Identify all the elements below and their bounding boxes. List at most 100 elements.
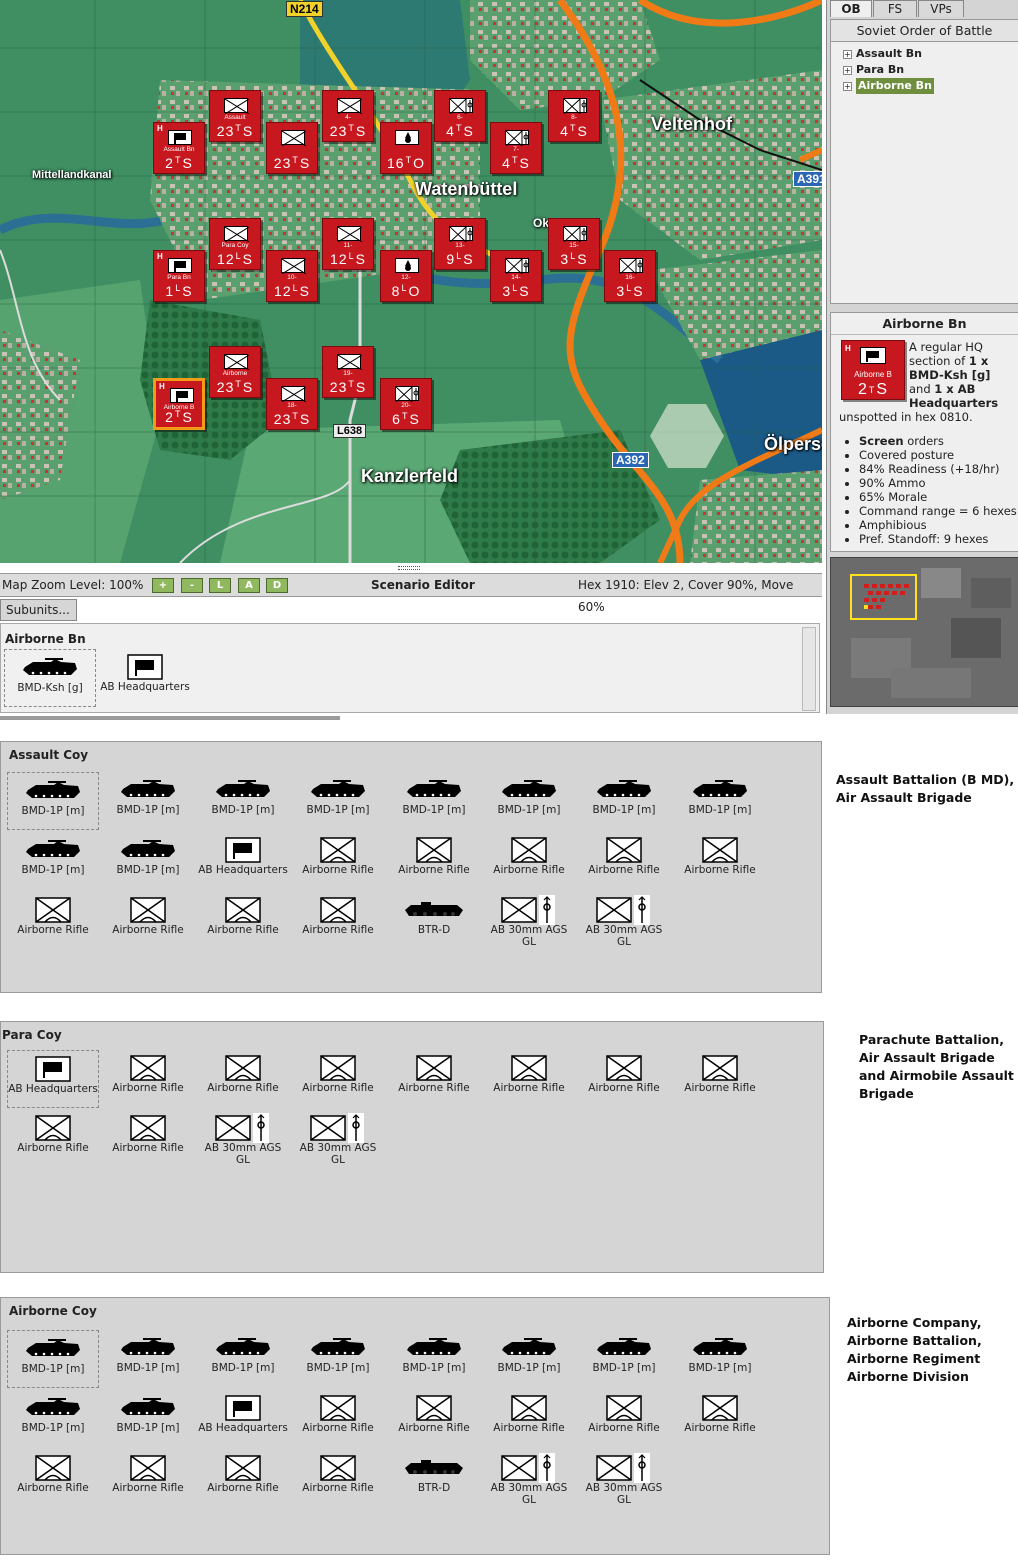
tab-subunits[interactable]: Subunits... [0, 599, 77, 621]
org-unit-item[interactable]: Airborne Rifle [578, 1390, 670, 1448]
org-unit-item[interactable]: BMD-1P [m] [388, 1330, 480, 1388]
org-unit-item[interactable]: Airborne Rifle [674, 1390, 766, 1448]
org-unit-item[interactable]: AB 30mm AGS GL [483, 892, 575, 950]
org-unit-item[interactable]: BMD-1P [m] [102, 1390, 194, 1448]
unit-counter[interactable]: 12- 8LO [380, 250, 432, 302]
expand-icon[interactable]: + [843, 81, 852, 91]
minimap[interactable] [830, 557, 1018, 707]
org-unit-item[interactable]: Airborne Rifle [483, 1390, 575, 1448]
unit-counter[interactable]: H Airborne B 2TS [153, 378, 205, 430]
subunit-item[interactable]: AB Headquarters [99, 649, 191, 707]
org-unit-item[interactable]: BMD-1P [m] [102, 832, 194, 890]
unit-counter[interactable]: 18- 23TS [266, 378, 318, 430]
org-unit-item[interactable]: Airborne Rifle [578, 1050, 670, 1108]
org-unit-item[interactable]: AB Headquarters [197, 832, 289, 890]
unit-counter[interactable]: 16TO [380, 122, 432, 174]
ob-item-para-bn[interactable]: + Para Bn [843, 62, 1018, 78]
subunit-item[interactable]: BMD-Ksh [g] [4, 649, 96, 707]
org-unit-item[interactable]: AB 30mm AGS GL [483, 1450, 575, 1508]
unit-counter[interactable]: H Para Bn 1LS [153, 250, 205, 302]
org-unit-item[interactable]: Airborne Rifle [578, 832, 670, 890]
org-unit-item[interactable]: BTR-D [388, 1450, 480, 1508]
org-unit-item[interactable]: BMD-1P [m] [102, 1330, 194, 1388]
org-unit-item[interactable]: Airborne Rifle [7, 1450, 99, 1508]
org-unit-item[interactable]: Airborne Rifle [292, 832, 384, 890]
unit-counter[interactable]: 19- 23TS [322, 346, 374, 398]
org-unit-item[interactable]: AB 30mm AGS GL [197, 1110, 289, 1168]
unit-counter[interactable]: H Assault Bn 2TS [153, 122, 205, 174]
org-unit-item[interactable]: Airborne Rifle [483, 1050, 575, 1108]
tab-fs[interactable]: FS [873, 0, 917, 17]
scrollbar[interactable] [802, 627, 816, 711]
unit-counter[interactable]: 11- 12LS [322, 218, 374, 270]
zoom-in-button[interactable]: + [152, 578, 174, 593]
org-unit-item[interactable]: BMD-1P [m] [102, 772, 194, 830]
unit-counter[interactable]: 14- 3LS [490, 250, 542, 302]
org-unit-item[interactable]: Airborne Rifle [388, 832, 480, 890]
org-unit-item[interactable]: Airborne Rifle [7, 892, 99, 950]
unit-counter[interactable]: 16- 3LS [604, 250, 656, 302]
org-unit-item[interactable]: Airborne Rifle [102, 892, 194, 950]
expand-icon[interactable]: + [843, 65, 852, 75]
org-unit-item[interactable]: BMD-1P [m] [674, 772, 766, 830]
org-unit-item[interactable]: AB Headquarters [197, 1390, 289, 1448]
org-unit-item[interactable]: BMD-1P [m] [483, 1330, 575, 1388]
org-unit-item[interactable]: Airborne Rifle [483, 832, 575, 890]
org-unit-item[interactable]: Airborne Rifle [674, 1050, 766, 1108]
unit-counter[interactable]: 10- 12LS [266, 250, 318, 302]
org-unit-item[interactable]: BMD-1P [m] [197, 1330, 289, 1388]
unit-counter[interactable]: Airborne 23TS [209, 346, 261, 398]
org-unit-item[interactable]: Airborne Rifle [388, 1390, 480, 1448]
org-unit-item[interactable]: BMD-1P [m] [197, 772, 289, 830]
org-unit-item[interactable]: Airborne Rifle [292, 1390, 384, 1448]
org-unit-item[interactable]: Airborne Rifle [102, 1450, 194, 1508]
unit-counter[interactable]: Para Coy 12LS [209, 218, 261, 270]
org-unit-item[interactable]: AB 30mm AGS GL [578, 892, 670, 950]
unit-counter[interactable]: 6- 4TS [434, 90, 486, 142]
org-unit-item[interactable]: BMD-1P [m] [388, 772, 480, 830]
org-unit-item[interactable]: Airborne Rifle [102, 1050, 194, 1108]
toggle-a-button[interactable]: A [238, 578, 260, 593]
unit-counter[interactable]: 8- 4TS [548, 90, 600, 142]
org-unit-item[interactable]: BMD-1P [m] [578, 772, 670, 830]
unit-counter[interactable]: 7- 4TS [490, 122, 542, 174]
org-unit-item[interactable]: Airborne Rifle [197, 892, 289, 950]
expand-icon[interactable]: + [843, 49, 852, 59]
org-unit-item[interactable]: AB 30mm AGS GL [578, 1450, 670, 1508]
tab-vps[interactable]: VPs [918, 0, 964, 17]
toggle-l-button[interactable]: L [209, 578, 231, 593]
org-unit-item[interactable]: Airborne Rifle [292, 1450, 384, 1508]
org-unit-item[interactable]: Airborne Rifle [197, 1050, 289, 1108]
org-unit-item[interactable]: BMD-1P [m] [7, 772, 99, 830]
unit-counter[interactable]: 23TS [266, 122, 318, 174]
game-map[interactable]: Veltenhof Watenbüttel Mittellandkanal Ka… [0, 0, 822, 563]
org-unit-item[interactable]: BTR-D [388, 892, 480, 950]
org-unit-item[interactable]: Airborne Rifle [292, 1050, 384, 1108]
unit-counter[interactable]: Assault 23TS [209, 90, 261, 142]
org-unit-item[interactable]: Airborne Rifle [7, 1110, 99, 1168]
unit-counter[interactable]: 20- 6TS [380, 378, 432, 430]
org-unit-item[interactable]: BMD-1P [m] [292, 772, 384, 830]
tab-ob[interactable]: OB [830, 0, 872, 17]
org-unit-item[interactable]: BMD-1P [m] [7, 832, 99, 890]
splitter-handle[interactable] [398, 566, 420, 570]
unit-counter[interactable]: 13- 9LS [434, 218, 486, 270]
org-unit-item[interactable]: Airborne Rifle [292, 892, 384, 950]
unit-counter[interactable]: 15- 3LS [548, 218, 600, 270]
org-unit-item[interactable]: BMD-1P [m] [578, 1330, 670, 1388]
ob-item-assault-bn[interactable]: + Assault Bn [843, 46, 1018, 62]
org-unit-item[interactable]: BMD-1P [m] [292, 1330, 384, 1388]
org-unit-item[interactable]: BMD-1P [m] [674, 1330, 766, 1388]
org-unit-item[interactable]: Airborne Rifle [102, 1110, 194, 1168]
toggle-d-button[interactable]: D [266, 578, 288, 593]
horizontal-scrollbar[interactable] [0, 716, 340, 720]
org-unit-item[interactable]: BMD-1P [m] [7, 1330, 99, 1388]
ob-item-airborne-bn[interactable]: + Airborne Bn [843, 78, 1018, 94]
org-unit-item[interactable]: BMD-1P [m] [7, 1390, 99, 1448]
unit-counter[interactable]: 4- 23TS [322, 90, 374, 142]
org-unit-item[interactable]: BMD-1P [m] [483, 772, 575, 830]
org-unit-item[interactable]: Airborne Rifle [674, 832, 766, 890]
org-unit-item[interactable]: AB 30mm AGS GL [292, 1110, 384, 1168]
zoom-out-button[interactable]: - [181, 578, 203, 593]
org-unit-item[interactable]: Airborne Rifle [388, 1050, 480, 1108]
